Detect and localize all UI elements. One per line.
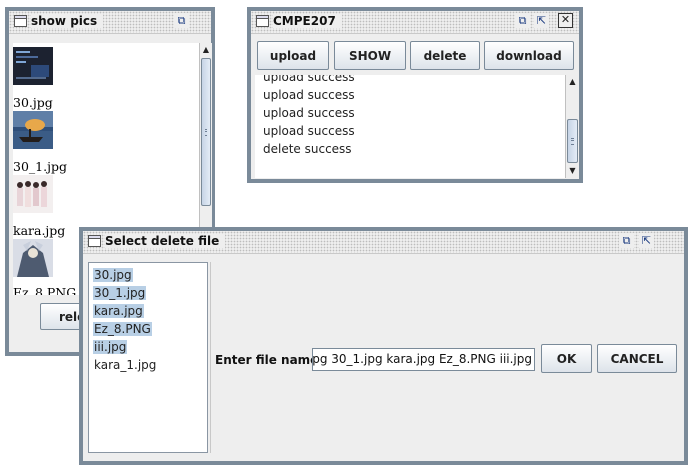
pic-label: Ez_8.PNG bbox=[13, 285, 77, 295]
file-list[interactable]: 30.jpg 30_1.jpg kara.jpg Ez_8.PNG iii.jp… bbox=[88, 262, 208, 453]
file-list-item[interactable]: kara.jpg bbox=[93, 304, 144, 318]
window-app-icon bbox=[88, 235, 101, 247]
log-line: upload success bbox=[263, 88, 355, 102]
ok-button[interactable]: OK bbox=[541, 344, 592, 373]
grip-icon bbox=[571, 138, 574, 145]
close-icon[interactable]: ✕ bbox=[558, 13, 573, 28]
log-line: upload success bbox=[263, 106, 355, 120]
delete-dialog-title: Select delete file bbox=[105, 234, 226, 248]
list-divider bbox=[210, 262, 211, 453]
log-line: upload success bbox=[263, 124, 355, 138]
file-name-field[interactable]: 30.jpg 30_1.jpg kara.jpg Ez_8.PNG iii.jp… bbox=[312, 348, 535, 371]
scroll-thumb[interactable] bbox=[201, 58, 211, 206]
maximize-icon[interactable]: ⇱ bbox=[639, 233, 654, 248]
file-list-item[interactable]: 30.jpg bbox=[93, 268, 133, 282]
restore-icon[interactable]: ⧉ bbox=[515, 13, 530, 28]
maximize-icon[interactable]: ⇱ bbox=[534, 13, 549, 28]
pic-label: 30.jpg bbox=[13, 95, 53, 110]
log-line: upload success bbox=[263, 75, 355, 84]
cancel-button[interactable]: CANCEL bbox=[597, 344, 677, 373]
select-delete-file-window: Select delete file ⧉ ⇱ 30.jpg 30_1.jpg k… bbox=[79, 227, 688, 465]
cmpe207-titlebar[interactable]: CMPE207 ⧉ ⇱ ✕ bbox=[251, 11, 579, 34]
pic-label: kara.jpg bbox=[13, 223, 66, 238]
file-list-item[interactable]: Ez_8.PNG bbox=[93, 322, 152, 336]
scroll-thumb[interactable] bbox=[567, 119, 578, 163]
upload-button[interactable]: upload bbox=[257, 41, 329, 70]
delete-button[interactable]: delete bbox=[410, 41, 480, 70]
restore-icon[interactable]: ⧉ bbox=[174, 13, 189, 28]
file-list-item[interactable]: 30_1.jpg bbox=[93, 286, 147, 300]
download-button[interactable]: download bbox=[484, 41, 574, 70]
file-list-item[interactable]: iii.jpg bbox=[93, 340, 128, 354]
show-pics-titlebar[interactable]: show pics ⧉ bbox=[9, 11, 211, 34]
dark-screenshot-thumbnail bbox=[13, 47, 53, 85]
show-button[interactable]: SHOW bbox=[334, 41, 406, 70]
file-name-label: Enter file name: bbox=[215, 353, 324, 367]
sunset-boat-thumbnail bbox=[13, 111, 53, 149]
log-scrollbar[interactable]: ▲ ▼ bbox=[565, 75, 579, 178]
log-area[interactable]: upload success upload success upload suc… bbox=[255, 75, 565, 178]
grip-icon bbox=[205, 129, 207, 136]
cmpe207-title: CMPE207 bbox=[273, 14, 342, 28]
delete-dialog-titlebar[interactable]: Select delete file ⧉ ⇱ bbox=[83, 231, 684, 254]
group-photo-thumbnail bbox=[13, 175, 53, 213]
window-app-icon bbox=[256, 15, 269, 27]
window-app-icon bbox=[14, 15, 27, 27]
file-list-item[interactable]: kara_1.jpg bbox=[93, 358, 157, 372]
log-line: delete success bbox=[263, 142, 352, 156]
file-name-value: 30.jpg 30_1.jpg kara.jpg Ez_8.PNG iii.jp… bbox=[312, 352, 532, 366]
pic-label: 30_1.jpg bbox=[13, 159, 67, 174]
scroll-down-arrow-icon[interactable]: ▼ bbox=[566, 164, 579, 178]
restore-icon[interactable]: ⧉ bbox=[619, 233, 634, 248]
scroll-up-arrow-icon[interactable]: ▲ bbox=[566, 75, 579, 89]
cmpe207-window: CMPE207 ⧉ ⇱ ✕ upload SHOW delete downloa… bbox=[247, 7, 583, 183]
character-thumbnail bbox=[13, 239, 53, 277]
show-pics-title: show pics bbox=[31, 14, 104, 28]
scroll-up-arrow-icon[interactable]: ▲ bbox=[200, 43, 212, 57]
